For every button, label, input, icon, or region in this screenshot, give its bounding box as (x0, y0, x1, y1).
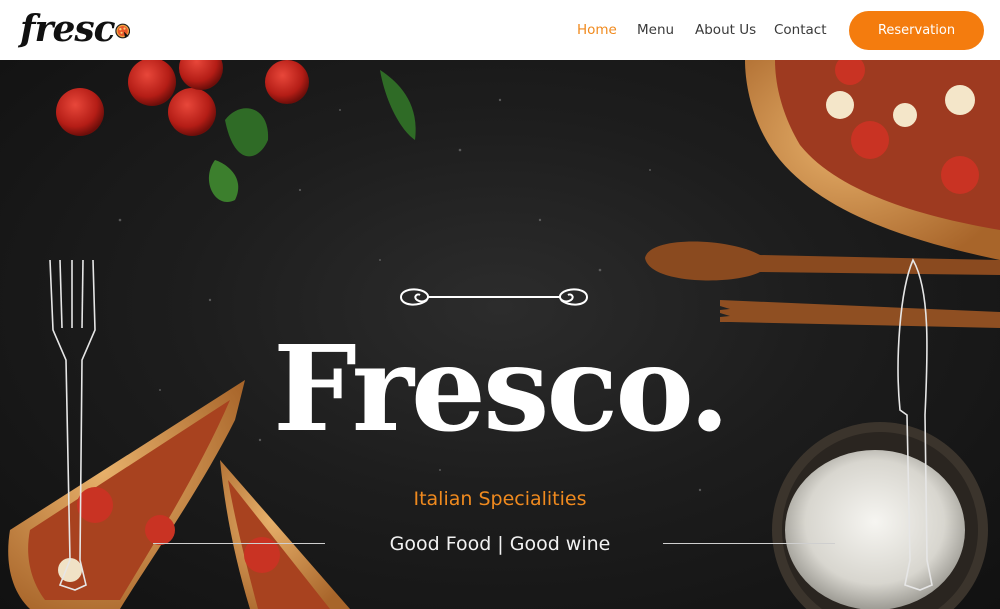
hero-title: Fresco. (273, 319, 730, 458)
nav-home[interactable]: Home (577, 22, 617, 38)
hero-tagline: Good Food | Good wine (389, 533, 611, 555)
logo-text: fresc (20, 8, 116, 50)
pizza-logo-icon (114, 23, 130, 39)
site-header: fresc Home Menu About Us Contact Reserva… (0, 0, 1000, 60)
nav-about-us[interactable]: About Us (695, 22, 756, 38)
hero-subtitle: Italian Specialities (413, 488, 587, 510)
hero-section: Fresco. Italian Specialities Good Food |… (0, 60, 1000, 609)
reservation-button[interactable]: Reservation (849, 11, 984, 50)
nav-menu[interactable]: Menu (637, 22, 674, 38)
divider-line-right (663, 543, 835, 544)
ornament-divider (400, 288, 588, 306)
nav-contact[interactable]: Contact (774, 22, 827, 38)
logo[interactable]: fresc (20, 6, 130, 52)
